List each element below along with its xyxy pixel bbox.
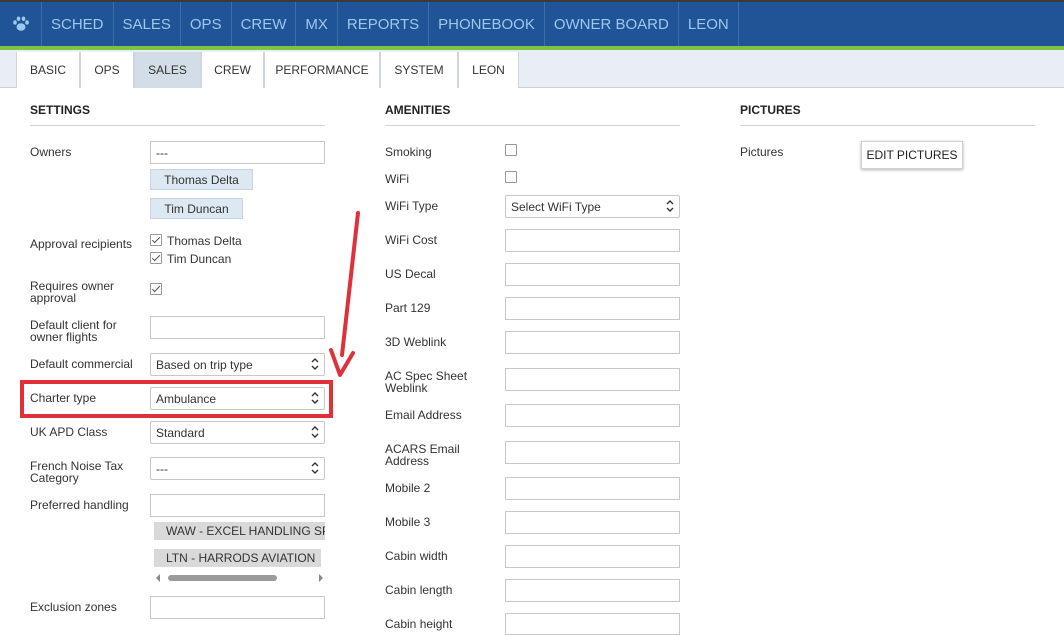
nav-leon[interactable]: LEON	[679, 2, 739, 46]
tab-ops[interactable]: OPS	[80, 52, 134, 88]
settings-heading: SETTINGS	[30, 103, 91, 117]
tab-crew[interactable]: CREW	[201, 52, 264, 88]
pictures-label: Pictures	[740, 145, 784, 159]
owners-label: Owners	[30, 145, 72, 159]
scrollbar-icon	[156, 574, 323, 582]
weblink-3d-label: 3D Weblink	[385, 335, 447, 349]
default-commercial-label: Default commercial	[30, 357, 133, 371]
owners-input[interactable]: ---	[150, 141, 325, 164]
acars-label-line2: Address	[385, 454, 430, 468]
owner-chip-tim-duncan[interactable]: Tim Duncan	[150, 198, 243, 219]
nav-reports[interactable]: REPORTS	[338, 2, 430, 46]
wifi-type-label: WiFi Type	[385, 199, 439, 213]
handling-chip-ltn[interactable]: LTN - HARRODS AVIATION	[154, 549, 321, 567]
chevron-updown-icon	[311, 462, 319, 474]
wifi-type-value: Select WiFi Type	[511, 200, 601, 214]
approval-tim-label: Tim Duncan	[167, 252, 232, 266]
cabin-length-label: Cabin length	[385, 583, 453, 597]
nav-sales[interactable]: SALES	[114, 2, 181, 46]
mobile-2-label: Mobile 2	[385, 481, 431, 495]
amenities-divider	[385, 125, 680, 126]
pictures-divider	[740, 125, 1035, 126]
chevron-updown-icon	[311, 358, 319, 370]
nav-mx[interactable]: MX	[296, 2, 338, 46]
annotation-arrow-icon	[329, 211, 360, 377]
ac-spec-label-line2: Weblink	[385, 381, 428, 395]
nav-sched[interactable]: SCHED	[42, 2, 114, 46]
chevron-updown-icon	[666, 200, 674, 212]
ac-spec-input[interactable]	[505, 368, 680, 391]
default-commercial-select[interactable]: Based on trip type	[150, 353, 325, 376]
weblink-3d-input[interactable]	[505, 331, 680, 354]
amenities-heading: AMENITIES	[385, 103, 451, 117]
cabin-width-label: Cabin width	[385, 549, 448, 563]
tab-leon[interactable]: LEON	[458, 52, 519, 88]
tab-performance[interactable]: PERFORMANCE	[264, 52, 380, 88]
approval-thomas-checkbox[interactable]	[150, 234, 162, 246]
us-decal-input[interactable]	[505, 263, 680, 286]
preferred-handling-input[interactable]	[150, 494, 325, 517]
tab-sales[interactable]: SALES	[134, 52, 201, 88]
preferred-handling-label: Preferred handling	[30, 498, 129, 512]
approval-tim-checkbox[interactable]	[150, 252, 162, 264]
chevron-updown-icon	[311, 426, 319, 438]
approval-thomas-label: Thomas Delta	[167, 234, 242, 248]
wifi-label: WiFi	[385, 172, 409, 186]
handling-scrollbar[interactable]	[154, 572, 325, 584]
exclusion-zones-input[interactable]	[150, 596, 325, 619]
wifi-type-select[interactable]: Select WiFi Type	[505, 195, 680, 218]
charter-type-highlight	[20, 380, 333, 418]
part-129-input[interactable]	[505, 297, 680, 320]
mobile-3-input[interactable]	[505, 511, 680, 534]
nav-crew[interactable]: CREW	[232, 2, 297, 46]
wifi-cost-label: WiFi Cost	[385, 233, 437, 247]
nav-ops[interactable]: OPS	[181, 2, 232, 46]
smoking-checkbox[interactable]	[505, 144, 517, 156]
cabin-length-input[interactable]	[505, 579, 680, 602]
cabin-width-input[interactable]	[505, 545, 680, 568]
mobile-3-label: Mobile 3	[385, 515, 431, 529]
default-commercial-value: Based on trip type	[156, 358, 253, 372]
email-address-label: Email Address	[385, 408, 462, 422]
uk-apd-select[interactable]: Standard	[150, 421, 325, 444]
french-noise-value: ---	[156, 462, 168, 476]
acars-email-input[interactable]	[505, 441, 680, 464]
requires-approval-checkbox[interactable]	[150, 283, 162, 295]
pictures-heading: PICTURES	[740, 103, 801, 117]
email-address-input[interactable]	[505, 404, 680, 427]
tab-basic[interactable]: BASIC	[16, 52, 80, 88]
settings-divider	[30, 125, 325, 126]
nav-phonebook[interactable]: PHONEBOOK	[429, 2, 545, 46]
us-decal-label: US Decal	[385, 267, 436, 281]
mobile-2-input[interactable]	[505, 477, 680, 500]
cabin-height-label: Cabin height	[385, 617, 453, 631]
default-client-label-line2: owner flights	[30, 330, 98, 344]
edit-pictures-button[interactable]: EDIT PICTURES	[861, 141, 963, 169]
french-noise-select[interactable]: ---	[150, 457, 325, 480]
part-129-label: Part 129	[385, 301, 431, 315]
owner-chip-thomas-delta[interactable]: Thomas Delta	[150, 169, 253, 190]
approval-recipients-label: Approval recipients	[30, 237, 133, 251]
default-client-input[interactable]	[150, 316, 325, 339]
wifi-checkbox[interactable]	[505, 171, 517, 183]
cabin-height-input[interactable]	[505, 613, 680, 635]
uk-apd-value: Standard	[156, 426, 205, 440]
tab-system[interactable]: SYSTEM	[380, 52, 458, 88]
smoking-label: Smoking	[385, 145, 432, 159]
nav-owner-board[interactable]: OWNER BOARD	[545, 2, 679, 46]
paw-logo-icon[interactable]	[0, 2, 42, 46]
handling-chip-waw[interactable]: WAW - EXCEL HANDLING SP.	[154, 522, 325, 540]
requires-approval-label-line2: approval	[30, 291, 77, 305]
sub-navigation: BASIC OPS SALES CREW PERFORMANCE SYSTEM …	[0, 50, 1064, 88]
uk-apd-label: UK APD Class	[30, 425, 108, 439]
exclusion-zones-label: Exclusion zones	[30, 600, 117, 614]
top-navigation: SCHED SALES OPS CREW MX REPORTS PHONEBOO…	[0, 0, 1064, 46]
french-noise-label-line2: Category	[30, 471, 79, 485]
wifi-cost-input[interactable]	[505, 229, 680, 252]
